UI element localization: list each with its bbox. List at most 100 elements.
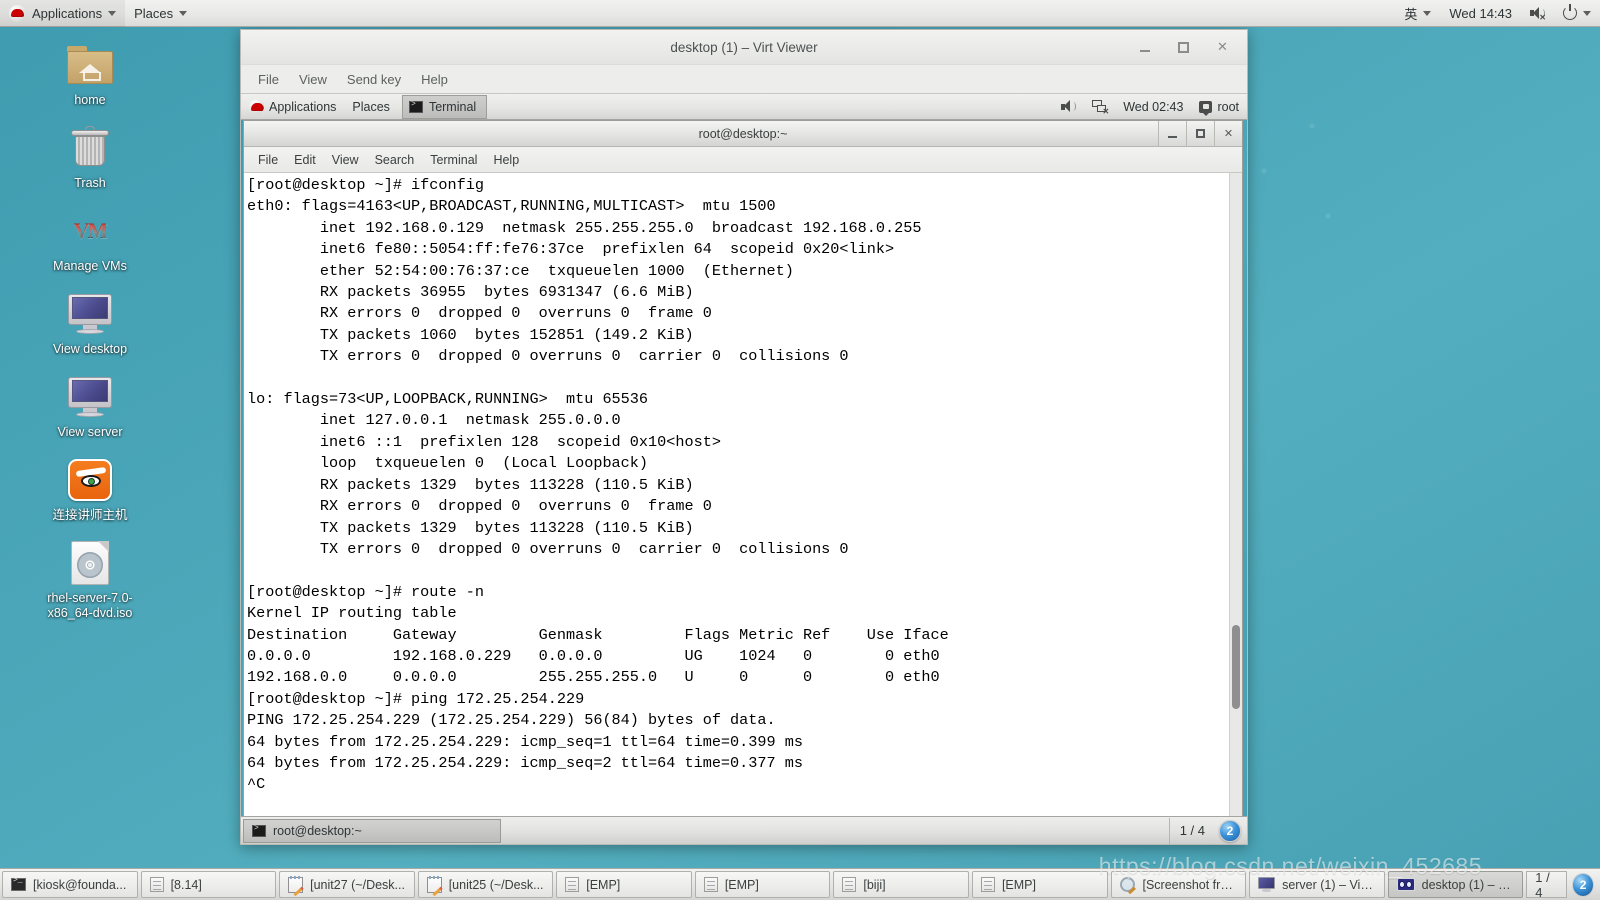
terminal-title: root@desktop:~ [698, 126, 788, 141]
clock-label: Wed 14:43 [1449, 5, 1512, 21]
taskbar-item-biji[interactable]: [biji] [833, 871, 969, 898]
virt-viewer-icon [1396, 878, 1415, 891]
terminal-menu-file[interactable]: File [250, 150, 286, 170]
document-icon [149, 877, 164, 892]
taskbar-item-unit27[interactable]: [unit27 (~/Desk... [279, 871, 415, 898]
taskbar-item-label: desktop (1) – V... [1421, 877, 1515, 892]
input-method-indicator[interactable]: 英 [1395, 0, 1440, 27]
terminal-maximize-button[interactable] [1186, 120, 1214, 146]
guest-applications-menu[interactable]: Applications [241, 94, 344, 120]
monitor-icon [30, 289, 150, 339]
desktop-icon-connect-instructor-host[interactable]: 连接讲师主机 [30, 455, 150, 523]
network-disconnected-icon: ✕ [1092, 100, 1109, 116]
volume-indicator[interactable]: ✕ [1521, 0, 1554, 27]
host-taskbar: [kiosk@founda... [8.14] [unit27 (~/Desk.… [0, 868, 1600, 900]
guest-screen: Applications Places Terminal ✕ [241, 93, 1247, 844]
close-button[interactable]: ✕ [1214, 39, 1231, 56]
places-menu[interactable]: Places [125, 0, 196, 27]
desktop-icon-manage-vms[interactable]: VM Manage VMs [30, 206, 150, 274]
screenshot-icon [1119, 877, 1136, 892]
desktop-icon-rhel-iso[interactable]: rhel-server-7.0-x86_64-dvd.iso [30, 538, 150, 621]
guest-clock[interactable]: Wed 02:43 [1115, 94, 1191, 120]
minimize-button[interactable] [1136, 39, 1153, 56]
desktop-icon-label: Manage VMs [53, 259, 127, 273]
guest-network-indicator[interactable]: ✕ [1084, 94, 1115, 120]
terminal-window-controls: ✕ [1158, 120, 1242, 147]
volume-muted-icon: ✕ [1530, 6, 1546, 21]
terminal-menu-terminal[interactable]: Terminal [422, 150, 485, 170]
guest-task-label: Terminal [428, 99, 477, 114]
monitor-icon [1258, 877, 1276, 892]
redhat-logo-icon [9, 4, 26, 22]
terminal-body[interactable]: [root@desktop ~]# ifconfig eth0: flags=4… [244, 173, 1242, 819]
terminal-menu-edit[interactable]: Edit [286, 150, 324, 170]
system-menu[interactable] [1554, 0, 1600, 27]
host-workspace-label[interactable]: 1 / 4 [1526, 870, 1568, 900]
guest-taskbar-item-terminal[interactable]: root@desktop:~ [243, 818, 501, 843]
host-workspace-orb[interactable]: 2 [1572, 872, 1594, 897]
virt-viewer-titlebar[interactable]: desktop (1) – Virt Viewer ✕ [241, 30, 1247, 65]
taskbar-item-desktop-virt-viewer[interactable]: desktop (1) – V... [1387, 871, 1524, 898]
menu-file[interactable]: File [249, 69, 288, 90]
document-icon [842, 877, 857, 892]
taskbar-item-emp-3[interactable]: [EMP] [971, 871, 1108, 898]
terminal-menu-search[interactable]: Search [367, 150, 423, 170]
terminal-close-button[interactable]: ✕ [1214, 120, 1242, 146]
guest-bottom-panel: root@desktop:~ 1 / 4 2 [241, 816, 1247, 844]
guest-volume-indicator[interactable] [1053, 94, 1084, 120]
guest-top-panel: Applications Places Terminal ✕ [241, 94, 1247, 120]
guest-places-menu[interactable]: Places [344, 94, 398, 120]
terminal-scrollbar[interactable] [1229, 173, 1242, 819]
chevron-down-icon [108, 10, 117, 16]
desktop-icon-view-desktop[interactable]: View desktop [30, 289, 150, 357]
terminal-icon [408, 100, 423, 113]
menu-view[interactable]: View [290, 69, 336, 90]
taskbar-item-server-virt-viewer[interactable]: server (1) – Virt... [1249, 871, 1385, 898]
guest-workspace-orb[interactable]: 2 [1219, 819, 1241, 842]
guest-window-task-terminal[interactable]: Terminal [401, 94, 488, 119]
virt-viewer-menubar: File View Send key Help [241, 65, 1247, 93]
iso-disc-icon [30, 538, 150, 588]
terminal-scrollbar-thumb[interactable] [1232, 625, 1240, 710]
terminal-menu-view[interactable]: View [324, 150, 367, 170]
desktop-icon-trash[interactable]: Trash [30, 123, 150, 191]
guest-workspace-switcher[interactable]: 1 / 4 2 [1168, 817, 1245, 845]
taskbar-item-kiosk-terminal[interactable]: [kiosk@founda... [2, 871, 138, 898]
taskbar-item-emp-2[interactable]: [EMP] [694, 871, 831, 898]
clock[interactable]: Wed 14:43 [1440, 0, 1521, 27]
volume-icon [1061, 100, 1077, 113]
taskbar-item-label: [kiosk@founda... [33, 877, 127, 892]
maximize-button[interactable] [1175, 39, 1192, 56]
desktop-icon-home[interactable]: home [30, 40, 150, 108]
terminal-menu-help[interactable]: Help [485, 150, 527, 170]
terminal-titlebar[interactable]: root@desktop:~ ✕ [244, 120, 1242, 147]
applications-menu-label: Applications [32, 5, 103, 21]
taskbar-item-unit25[interactable]: [unit25 (~/Desk... [417, 871, 554, 898]
user-icon [1199, 100, 1213, 116]
taskbar-item-emp-1[interactable]: [EMP] [556, 871, 692, 898]
taskbar-item-814[interactable]: [8.14] [140, 871, 277, 898]
taskbar-item-screenshot[interactable]: [Screenshot fro... [1110, 871, 1247, 898]
document-icon [565, 877, 580, 892]
guest-user-menu[interactable]: root [1191, 94, 1247, 120]
terminal-icon [252, 824, 266, 837]
virt-viewer-title: desktop (1) – Virt Viewer [670, 39, 818, 55]
guest-taskbar-item-label: root@desktop:~ [273, 823, 362, 838]
trash-icon [30, 123, 150, 173]
terminal-minimize-button[interactable] [1158, 120, 1186, 146]
menu-help[interactable]: Help [412, 69, 457, 90]
document-icon [980, 877, 995, 892]
virt-manager-icon: VM [73, 218, 109, 243]
guest-user-label: root [1217, 99, 1239, 114]
guest-places-label: Places [352, 99, 390, 114]
terminal-window: root@desktop:~ ✕ File Edit View Search T… [243, 120, 1243, 820]
terminal-icon [11, 876, 26, 891]
desktop-icon-view-server[interactable]: View server [30, 372, 150, 440]
taskbar-item-label: [biji] [863, 877, 886, 892]
menu-send-key[interactable]: Send key [338, 69, 410, 90]
applications-menu[interactable]: Applications [0, 0, 126, 27]
taskbar-item-label: [8.14] [170, 877, 202, 892]
chevron-down-icon [179, 10, 188, 16]
guest-panel-status-area: ✕ Wed 02:43 root [1053, 94, 1247, 120]
redhat-logo-icon [249, 99, 264, 114]
